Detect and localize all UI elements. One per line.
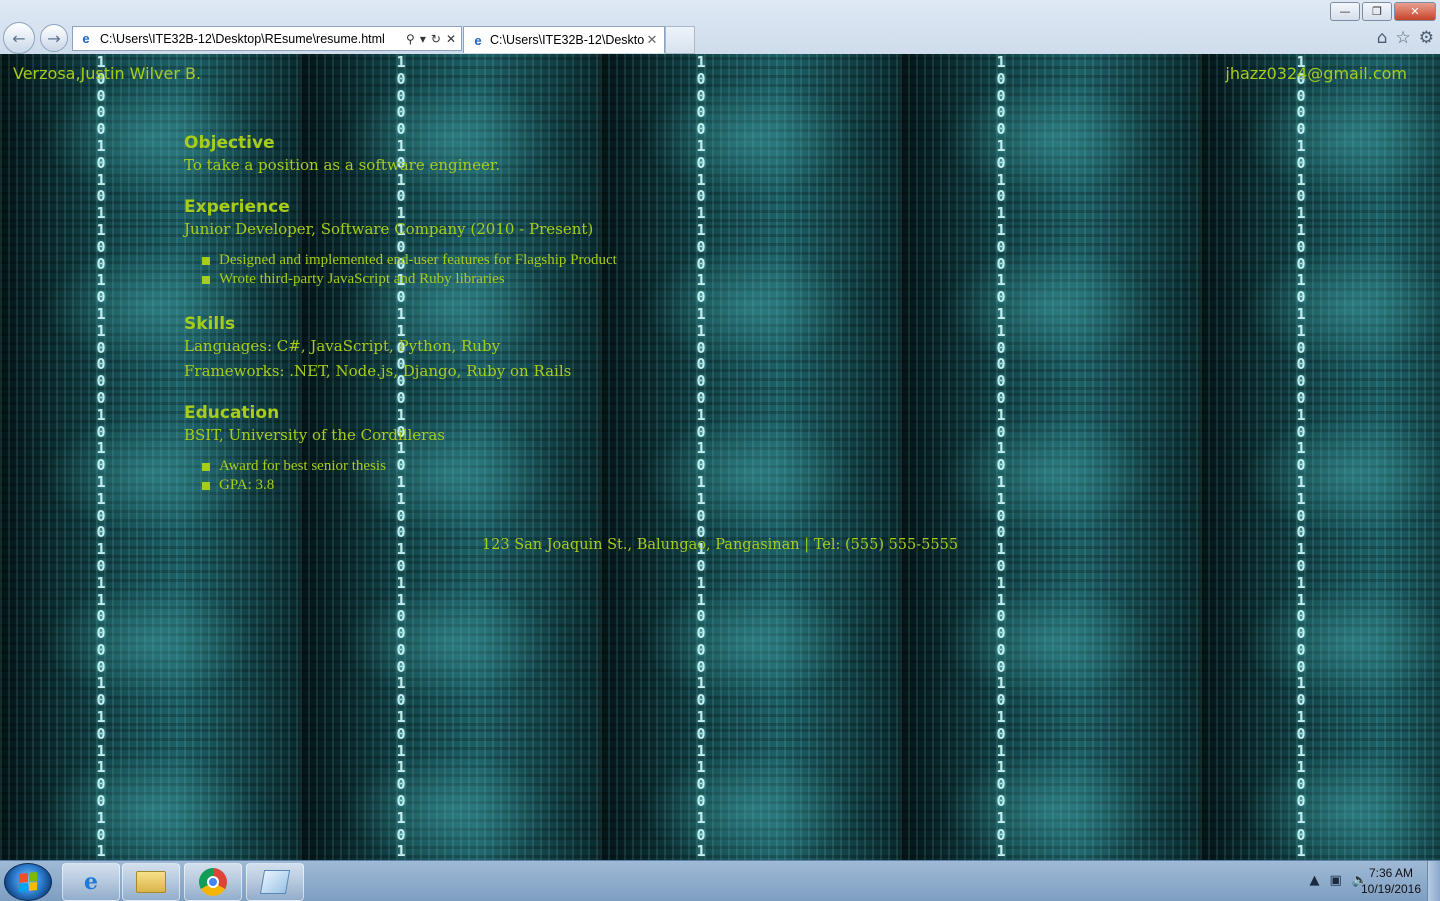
header-email: jhazz0324@gmail.com bbox=[1225, 64, 1407, 83]
refresh-icon[interactable]: ↻ bbox=[431, 32, 441, 46]
clock-time: 7:36 AM bbox=[1368, 866, 1414, 880]
back-button[interactable]: ← bbox=[3, 22, 35, 54]
experience-section: Experience Junior Developer, Software Co… bbox=[184, 196, 617, 289]
tab-title: C:\Users\ITE32B-12\Deskto... bbox=[490, 33, 644, 47]
arrow-right-icon: → bbox=[47, 28, 61, 48]
arrow-left-icon: ← bbox=[12, 28, 26, 48]
taskbar-clock[interactable]: 7:36 AM 10/19/2016 bbox=[1356, 865, 1426, 897]
close-button[interactable]: ✕ bbox=[1394, 2, 1436, 21]
close-tab-icon[interactable]: ✕ bbox=[644, 32, 660, 48]
file-explorer-icon bbox=[136, 871, 166, 893]
address-tools: ⚲ ▾ ↻ ✕ bbox=[406, 32, 456, 46]
education-degree: BSIT, University of the Cordilleras bbox=[184, 426, 445, 444]
education-heading: Education bbox=[184, 403, 280, 423]
notepad-icon bbox=[259, 870, 291, 894]
skills-heading: Skills bbox=[184, 314, 236, 334]
internet-explorer-icon: e bbox=[82, 31, 90, 46]
clock-date: 10/19/2016 bbox=[1360, 882, 1422, 896]
gear-icon[interactable]: ⚙ bbox=[1419, 28, 1434, 48]
search-icon[interactable]: ⚲ bbox=[406, 32, 415, 46]
skills-section: Skills Languages: C#, JavaScript, Python… bbox=[184, 313, 571, 383]
taskbar: e ▲ ▣ 🔈 7:36 AM 10/19/2016 bbox=[0, 860, 1440, 901]
home-icon[interactable]: ⌂ bbox=[1377, 28, 1388, 48]
stop-icon[interactable]: ✕ bbox=[446, 32, 456, 46]
address-url[interactable]: C:\Users\ITE32B-12\Desktop\REsume\resume… bbox=[100, 32, 406, 46]
network-icon[interactable]: ▣ bbox=[1330, 873, 1342, 888]
internet-explorer-icon: e bbox=[84, 869, 98, 895]
binary-column-decoration: 1000010101100101100001010110010110000101… bbox=[96, 54, 106, 860]
experience-list: Designed and implemented end-user featur… bbox=[184, 251, 617, 289]
list-item: Designed and implemented end-user featur… bbox=[202, 252, 617, 268]
objective-heading: Objective bbox=[184, 133, 275, 153]
binary-column-decoration: 1000010101100101100001010110010110000101… bbox=[1296, 54, 1306, 860]
experience-heading: Experience bbox=[184, 197, 290, 217]
taskbar-internet-explorer[interactable]: e bbox=[62, 863, 120, 901]
internet-explorer-icon: e bbox=[474, 32, 482, 48]
minimize-button[interactable]: — bbox=[1330, 2, 1360, 21]
tab-resume[interactable]: e C:\Users\ITE32B-12\Deskto... ✕ bbox=[463, 26, 665, 53]
education-section: Education BSIT, University of the Cordil… bbox=[184, 402, 445, 495]
education-list: Award for best senior thesis GPA: 3.8 bbox=[184, 457, 445, 495]
taskbar-notepad[interactable] bbox=[246, 863, 304, 901]
experience-role: Junior Developer, Software Company (2010… bbox=[184, 220, 594, 238]
taskbar-file-explorer[interactable] bbox=[122, 863, 180, 901]
list-item: Wrote third-party JavaScript and Ruby li… bbox=[202, 270, 617, 289]
restore-button[interactable]: ❐ bbox=[1362, 2, 1392, 21]
binary-column-decoration: 1000010101100101100001010110010110000101… bbox=[696, 54, 706, 860]
new-tab-button[interactable] bbox=[665, 26, 695, 54]
objective-text: To take a position as a software enginee… bbox=[184, 156, 501, 174]
start-button[interactable] bbox=[4, 863, 52, 901]
show-desktop-button[interactable] bbox=[1427, 861, 1440, 901]
address-bar[interactable]: e C:\Users\ITE32B-12\Desktop\REsume\resu… bbox=[72, 26, 462, 51]
header-name: Verzosa,Justin Wilver B. bbox=[13, 64, 202, 83]
chrome-icon bbox=[199, 868, 227, 896]
objective-section: Objective To take a position as a softwa… bbox=[184, 132, 500, 177]
toolbar-icons: ⌂ ☆ ⚙ bbox=[1377, 28, 1434, 48]
chevron-up-icon[interactable]: ▲ bbox=[1310, 873, 1320, 888]
skills-frameworks: Frameworks: .NET, Node.js, Django, Ruby … bbox=[184, 362, 572, 380]
forward-button[interactable]: → bbox=[40, 24, 68, 52]
windows-logo-icon bbox=[19, 872, 37, 892]
contact-footer: 123 San Joaquin St., Balungao, Pangasina… bbox=[481, 537, 959, 553]
list-item: Award for best senior thesis bbox=[202, 457, 445, 476]
list-item: GPA: 3.8 bbox=[202, 476, 445, 495]
favorites-star-icon[interactable]: ☆ bbox=[1396, 28, 1411, 48]
skills-languages: Languages: C#, JavaScript, Python, Ruby bbox=[184, 337, 501, 355]
browser-chrome: — ❐ ✕ ← → e C:\Users\ITE32B-12\Desktop\R… bbox=[0, 0, 1440, 55]
binary-column-decoration: 1000010101100101100001010110010110000101… bbox=[996, 54, 1006, 860]
taskbar-chrome[interactable] bbox=[184, 863, 242, 901]
window-controls: — ❐ ✕ bbox=[1330, 2, 1436, 21]
chevron-down-icon[interactable]: ▾ bbox=[420, 32, 426, 46]
